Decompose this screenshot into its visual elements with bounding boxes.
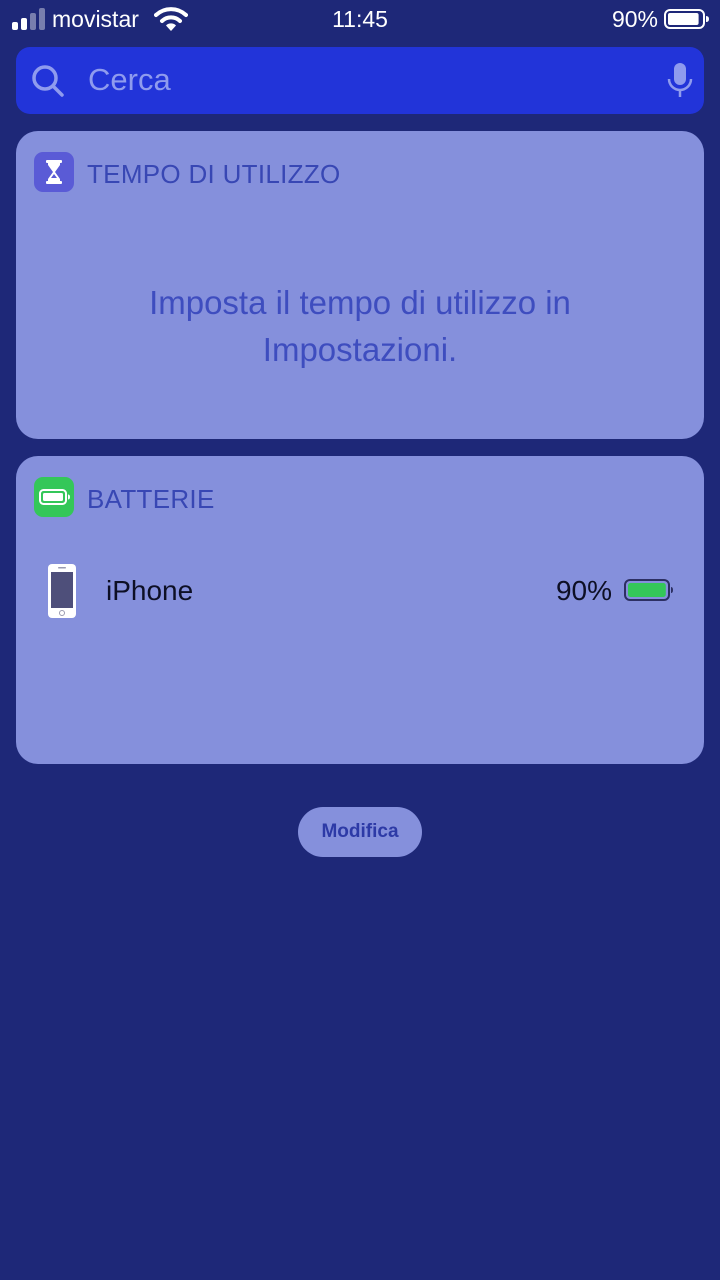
search-field[interactable]: Cerca <box>16 47 704 114</box>
status-bar: movistar 11:45 90% <box>0 0 720 40</box>
device-battery-icon <box>624 579 673 601</box>
screen-time-title: TEMPO DI UTILIZZO <box>87 159 341 189</box>
battery-icon <box>34 477 74 517</box>
status-battery-percent: 90% <box>611 6 658 32</box>
status-battery-icon <box>664 9 709 29</box>
hourglass-icon <box>34 152 74 192</box>
search-icon <box>32 65 64 97</box>
screen-time-message: Imposta il tempo di utilizzo in Impostaz… <box>149 284 571 368</box>
batteries-title: BATTERIE <box>87 484 215 514</box>
edit-button[interactable]: Modifica <box>298 807 422 857</box>
microphone-icon[interactable] <box>666 61 694 101</box>
screen-time-widget[interactable]: TEMPO DI UTILIZZO Imposta il tempo di ut… <box>16 131 704 439</box>
search-placeholder: Cerca <box>88 62 171 97</box>
device-battery-percent: 90% <box>555 575 612 606</box>
today-view-screen: movistar 11:45 90% Cerca TEMPO DI UTILIZ… <box>0 0 720 1280</box>
batteries-widget[interactable]: BATTERIE iPhone 90% <box>16 456 704 764</box>
device-name: iPhone <box>106 575 194 606</box>
iphone-icon <box>48 564 76 618</box>
